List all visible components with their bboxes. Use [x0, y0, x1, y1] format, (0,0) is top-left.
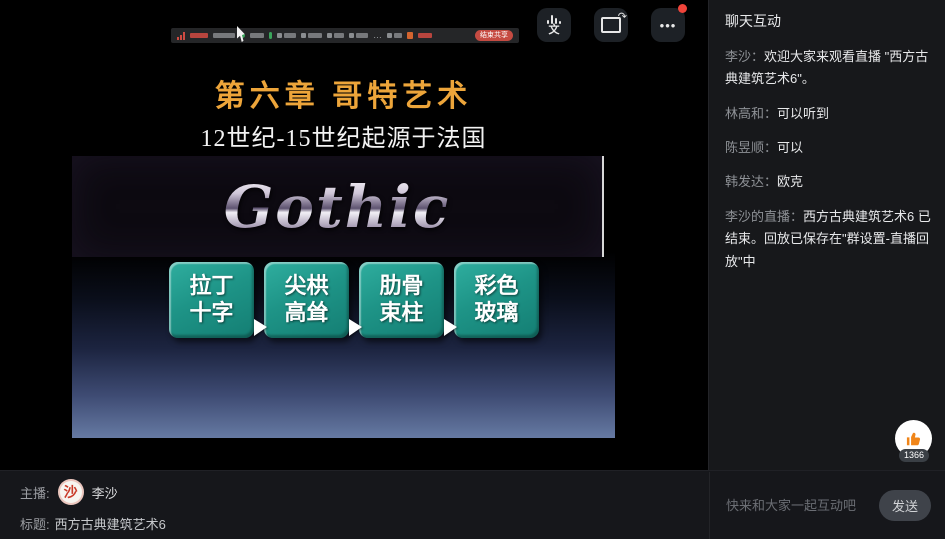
exit-label: [418, 33, 432, 38]
chat-message-system: 李沙的直播：西方古典建筑艺术6 已结束。回放已保存在"群设置-直播回放"中: [725, 206, 932, 273]
stream-title-value: 西方古典建筑艺术6: [55, 517, 166, 532]
chat-panel-title: 聊天互动: [709, 0, 945, 46]
toolbar-button: [277, 33, 296, 38]
host-avatar[interactable]: 沙: [58, 479, 84, 505]
duration-label: [213, 33, 235, 38]
bottom-bar: 主播: 沙 李沙 标题: 西方古典建筑艺术6 发送: [0, 470, 945, 539]
mic-icon: [269, 32, 272, 39]
gothic-banner-image: Gothic: [72, 156, 602, 257]
send-button[interactable]: 发送: [879, 490, 931, 521]
rotate-screen-icon: ↷: [601, 17, 621, 33]
gothic-banner-text: Gothic: [224, 173, 451, 241]
like-count-badge: 1366: [899, 449, 929, 462]
arrow-right-icon: [349, 319, 362, 336]
chat-input[interactable]: [724, 497, 879, 514]
toolbar-button: [327, 33, 344, 38]
caret-line: [602, 156, 604, 257]
box-text: 彩色: [474, 273, 518, 300]
sender-name: 李沙：: [725, 49, 764, 64]
sender-name: 韩发达：: [725, 174, 777, 189]
chat-message: 韩发达：欧克: [725, 171, 932, 193]
chat-message: 李沙：欢迎大家来观看直播 "西方古典建筑艺术6"。: [725, 46, 932, 91]
feature-box-latin-cross: 拉丁 十字: [169, 262, 254, 338]
chat-input-area: 发送: [709, 472, 945, 539]
stream-title-label: 标题:: [20, 517, 50, 532]
message-text: 可以: [777, 140, 803, 155]
thumbs-up-icon: [904, 429, 924, 449]
feature-box-stained-glass: 彩色 玻璃: [454, 262, 539, 338]
slide-title: 第六章 哥特艺术: [72, 71, 615, 115]
sender-name: 李沙的直播：: [725, 209, 803, 224]
rotate-screen-button[interactable]: ↷: [594, 8, 628, 42]
box-text: 尖栱: [284, 273, 328, 300]
box-text: 束柱: [379, 300, 423, 327]
chat-message: 陈昱顺：可以: [725, 137, 932, 159]
box-text: 拉丁: [189, 273, 233, 300]
toolbar-button: [301, 33, 322, 38]
chat-message: 林高和：可以听到: [725, 103, 932, 125]
box-text: 十字: [189, 300, 233, 327]
toolbar-button: [387, 33, 402, 38]
arrow-right-icon: [254, 319, 267, 336]
sender-name: 陈昱顺：: [725, 140, 777, 155]
message-text: 可以听到: [777, 106, 829, 121]
captions-translate-button[interactable]: 文: [537, 8, 571, 42]
live-stream-window: 第六章 哥特艺术 12世纪-15世纪起源于法国 Gothic 拉丁 十字 尖栱 …: [0, 0, 945, 539]
toolbar-button: [349, 33, 368, 38]
host-name: 李沙: [92, 483, 118, 502]
slide-subtitle: 12世纪-15世纪起源于法国: [72, 118, 615, 153]
feature-boxes-row: 拉丁 十字 尖栱 高耸 肋骨 束柱 彩色 玻璃: [169, 262, 539, 338]
toolbar-label: [250, 33, 264, 38]
message-text: 欧克: [777, 174, 803, 189]
sender-name: 林高和：: [725, 106, 777, 121]
recording-label: [190, 33, 208, 38]
translate-char-icon: 文: [549, 25, 560, 36]
more-icon: •••: [660, 19, 677, 32]
shared-meeting-toolbar: … 结束共享: [171, 28, 519, 43]
end-share-button[interactable]: 结束共享: [475, 30, 513, 41]
host-row: 主播: 沙 李沙: [20, 479, 118, 505]
chat-panel: 聊天互动 李沙：欢迎大家来观看直播 "西方古典建筑艺术6"。 林高和：可以听到 …: [708, 0, 945, 470]
presentation-slide: 第六章 哥特艺术 12世纪-15世纪起源于法国 Gothic 拉丁 十字 尖栱 …: [72, 50, 615, 438]
box-text: 玻璃: [474, 300, 518, 327]
feature-box-pointed-arch: 尖栱 高耸: [264, 262, 349, 338]
chat-message-list[interactable]: 李沙：欢迎大家来观看直播 "西方古典建筑艺术6"。 林高和：可以听到 陈昱顺：可…: [709, 46, 945, 273]
sound-wave-icon: [547, 15, 561, 24]
rotate-arrow-icon: ↷: [618, 10, 627, 23]
signal-icon: [177, 32, 185, 40]
more-options-button[interactable]: •••: [651, 8, 685, 42]
feature-box-rib-vault: 肋骨 束柱: [359, 262, 444, 338]
like-button[interactable]: 1366: [895, 420, 933, 462]
host-label: 主播:: [20, 483, 50, 502]
video-area[interactable]: 第六章 哥特艺术 12世纪-15世纪起源于法国 Gothic 拉丁 十字 尖栱 …: [0, 0, 708, 470]
notification-dot: [678, 4, 687, 13]
box-text: 高耸: [284, 300, 328, 327]
stream-title-row: 标题: 西方古典建筑艺术6: [20, 514, 166, 533]
more-dots-icon: …: [373, 31, 382, 40]
arrow-right-icon: [444, 319, 457, 336]
exit-icon: [407, 32, 413, 39]
box-text: 肋骨: [379, 273, 423, 300]
